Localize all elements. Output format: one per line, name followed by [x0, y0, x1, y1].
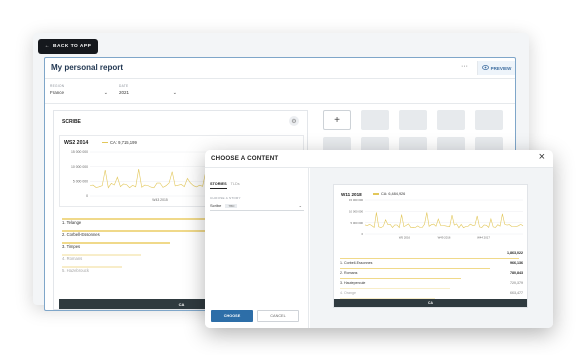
modal-header: CHOOSE A CONTENT ×: [205, 150, 553, 168]
y-tick-label: 5 000 000: [73, 180, 88, 184]
x-tick-label: W43 2015: [152, 198, 168, 202]
list-item: 3. Hautepercule 780,843: [340, 271, 523, 285]
modal-title: CHOOSE A CONTENT: [211, 155, 279, 162]
choose-button[interactable]: CHOOSE: [211, 310, 253, 322]
tab-tlds[interactable]: TLDs: [231, 182, 240, 189]
preview-button[interactable]: PREVIEW: [477, 61, 515, 75]
story-select[interactable]: Scribe TBD ⌄: [210, 203, 304, 211]
empty-slot[interactable]: [361, 110, 389, 130]
filter-label: REGION: [50, 84, 65, 88]
y-tick-label: 5 000 000: [351, 221, 364, 225]
back-to-app-button[interactable]: ← BACK TO APP: [38, 39, 98, 54]
settings-icon[interactable]: ⚙: [289, 116, 299, 126]
preview-card: W11 2018 CA: 6,484,926 15 000 000 10 000 …: [333, 184, 528, 308]
y-tick-label: 0: [361, 232, 363, 236]
chevron-down-icon: ⌄: [298, 203, 302, 208]
filter-value: 2021: [119, 90, 130, 95]
card-footer: CA: [334, 299, 527, 307]
filter-label: DATE: [119, 84, 129, 88]
story-value: Scribe: [210, 203, 222, 208]
chevron-down-icon: ⌄: [103, 90, 108, 96]
empty-slot[interactable]: [437, 110, 465, 130]
value-bar: [340, 287, 450, 290]
cancel-button[interactable]: CANCEL: [257, 310, 299, 322]
choose-content-modal: CHOOSE A CONTENT × STORIES TLDs CHOOSE A…: [205, 150, 553, 328]
card-title: SCRIBE: [62, 119, 81, 125]
y-tick-label: 10 000 000: [71, 165, 88, 169]
filter-value: France: [50, 90, 65, 95]
modal-sidebar: STORIES TLDs CHOOSE A STORY Scribe TBD ⌄…: [205, 168, 309, 328]
more-options-icon[interactable]: ···: [461, 63, 468, 70]
y-tick-label: 10 000 000: [349, 210, 363, 214]
add-content-button[interactable]: +: [323, 110, 351, 130]
story-badge: TBD: [225, 204, 238, 208]
x-tick-label: W5 2016: [399, 235, 411, 239]
list-item-value: 780,843: [510, 271, 523, 275]
value-bar: [340, 267, 491, 270]
value-bar: [62, 266, 122, 268]
x-tick-label: W44 2017: [477, 235, 490, 239]
value-bar: [62, 242, 170, 244]
empty-slot[interactable]: [475, 110, 503, 130]
list-item-label: 5. Hazebrouck: [62, 268, 89, 273]
region-filter[interactable]: REGION France ⌄: [50, 84, 108, 96]
y-tick-label: 0: [86, 194, 88, 198]
chevron-down-icon: ⌄: [172, 90, 177, 96]
choose-story-label: CHOOSE A STORY: [210, 196, 241, 200]
ranking-list: 1. Corbell-Essonnes 1,863,022 2. Romans 966…: [340, 251, 523, 305]
value-bar: [340, 257, 520, 260]
y-tick-label: 15 000 000: [71, 150, 88, 154]
empty-slot[interactable]: [399, 110, 427, 130]
close-icon[interactable]: ×: [539, 151, 545, 163]
preview-pane: W11 2018 CA: 6,484,926 15 000 000 10 000 …: [310, 168, 553, 328]
list-item-value: 966,136: [510, 261, 523, 265]
list-item: 1. Corbell-Essonnes 1,863,022: [340, 251, 523, 265]
value-bar: [62, 230, 211, 232]
date-filter[interactable]: DATE 2021 ⌄: [119, 84, 177, 96]
report-title: My personal report: [51, 63, 124, 72]
list-item-value: 720,379: [510, 281, 523, 285]
filter-bar: REGION France ⌄ DATE 2021 ⌄: [45, 78, 515, 104]
list-item: 4. Orange 720,379: [340, 281, 523, 295]
content-tabs: STORIES TLDs: [210, 182, 240, 189]
list-item-value: 663,477: [510, 291, 523, 295]
line-chart: 15 000 000 10 000 000 5 000 000 0 W5 2016 W49…: [349, 198, 524, 239]
x-tick-label: W49 2016: [438, 235, 451, 239]
y-tick-label: 15 000 000: [349, 198, 363, 202]
value-bar: [62, 254, 142, 256]
eye-icon: [481, 65, 489, 71]
list-item: 2. Romans 966,136: [340, 261, 523, 275]
tab-stories[interactable]: STORIES: [210, 182, 227, 189]
arrow-left-icon: ←: [44, 44, 50, 49]
preview-chart: W11 2018 CA: 6,484,926 15 000 000 10 000 …: [337, 188, 526, 244]
list-item-value: 1,863,022: [507, 251, 523, 255]
series-line: [364, 212, 524, 229]
value-bar: [340, 277, 461, 280]
